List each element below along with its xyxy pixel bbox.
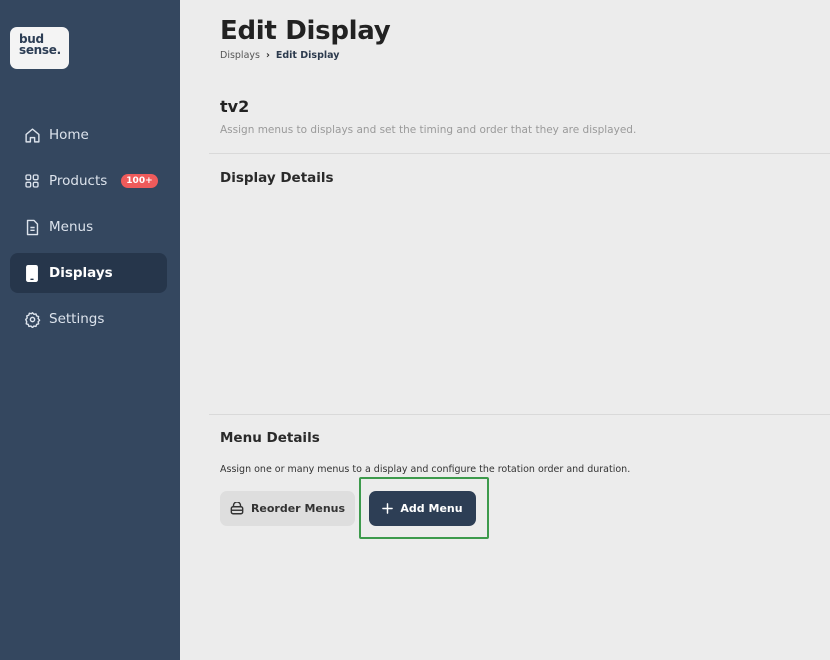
products-count-badge: 100+ [121,174,158,188]
sidebar-nav: Home Products 100+ Menus Displays Settin… [10,115,167,345]
gear-icon [23,310,41,328]
sidebar-item-menus[interactable]: Menus [10,207,167,247]
sidebar-item-settings[interactable]: Settings [10,299,167,339]
document-icon [23,218,41,236]
section-divider [209,414,830,415]
breadcrumb: Displays › Edit Display [220,50,339,61]
sidebar-item-products[interactable]: Products 100+ [10,161,167,201]
display-description: Assign menus to displays and set the tim… [220,124,637,136]
sidebar-item-displays[interactable]: Displays [10,253,167,293]
grid-icon [23,172,41,190]
breadcrumb-current: Edit Display [275,50,340,61]
display-icon [23,264,41,282]
sidebar-item-label: Settings [49,311,105,327]
breadcrumb-displays-link[interactable]: Displays [220,50,260,61]
sidebar-item-label: Menus [49,219,94,235]
section-divider [209,153,830,154]
reorder-menus-button[interactable]: Reorder Menus [220,491,355,526]
logo-line-2: sense. [19,43,61,57]
sidebar-item-label: Products [49,173,108,189]
reorder-icon [230,502,244,515]
menu-details-description: Assign one or many menus to a display an… [220,464,631,475]
sidebar-item-label: Displays [49,265,113,281]
page-title: Edit Display [220,16,391,46]
add-menu-button[interactable]: Add Menu [369,491,476,526]
sidebar-item-label: Home [49,127,89,143]
sidebar: bud sense. Home Products 100+ Menus Disp… [0,0,180,660]
menu-details-heading: Menu Details [220,430,320,446]
breadcrumb-separator: › [265,50,270,61]
display-name: tv2 [220,97,250,116]
add-menu-label: Add Menu [400,502,463,515]
display-details-heading: Display Details [220,170,334,186]
reorder-menus-label: Reorder Menus [250,502,346,515]
home-icon [23,126,41,144]
budsense-logo[interactable]: bud sense. [10,27,69,69]
main-content: Edit Display Displays › Edit Display tv2… [180,0,830,660]
sidebar-item-home[interactable]: Home [10,115,167,155]
plus-icon [382,503,394,514]
